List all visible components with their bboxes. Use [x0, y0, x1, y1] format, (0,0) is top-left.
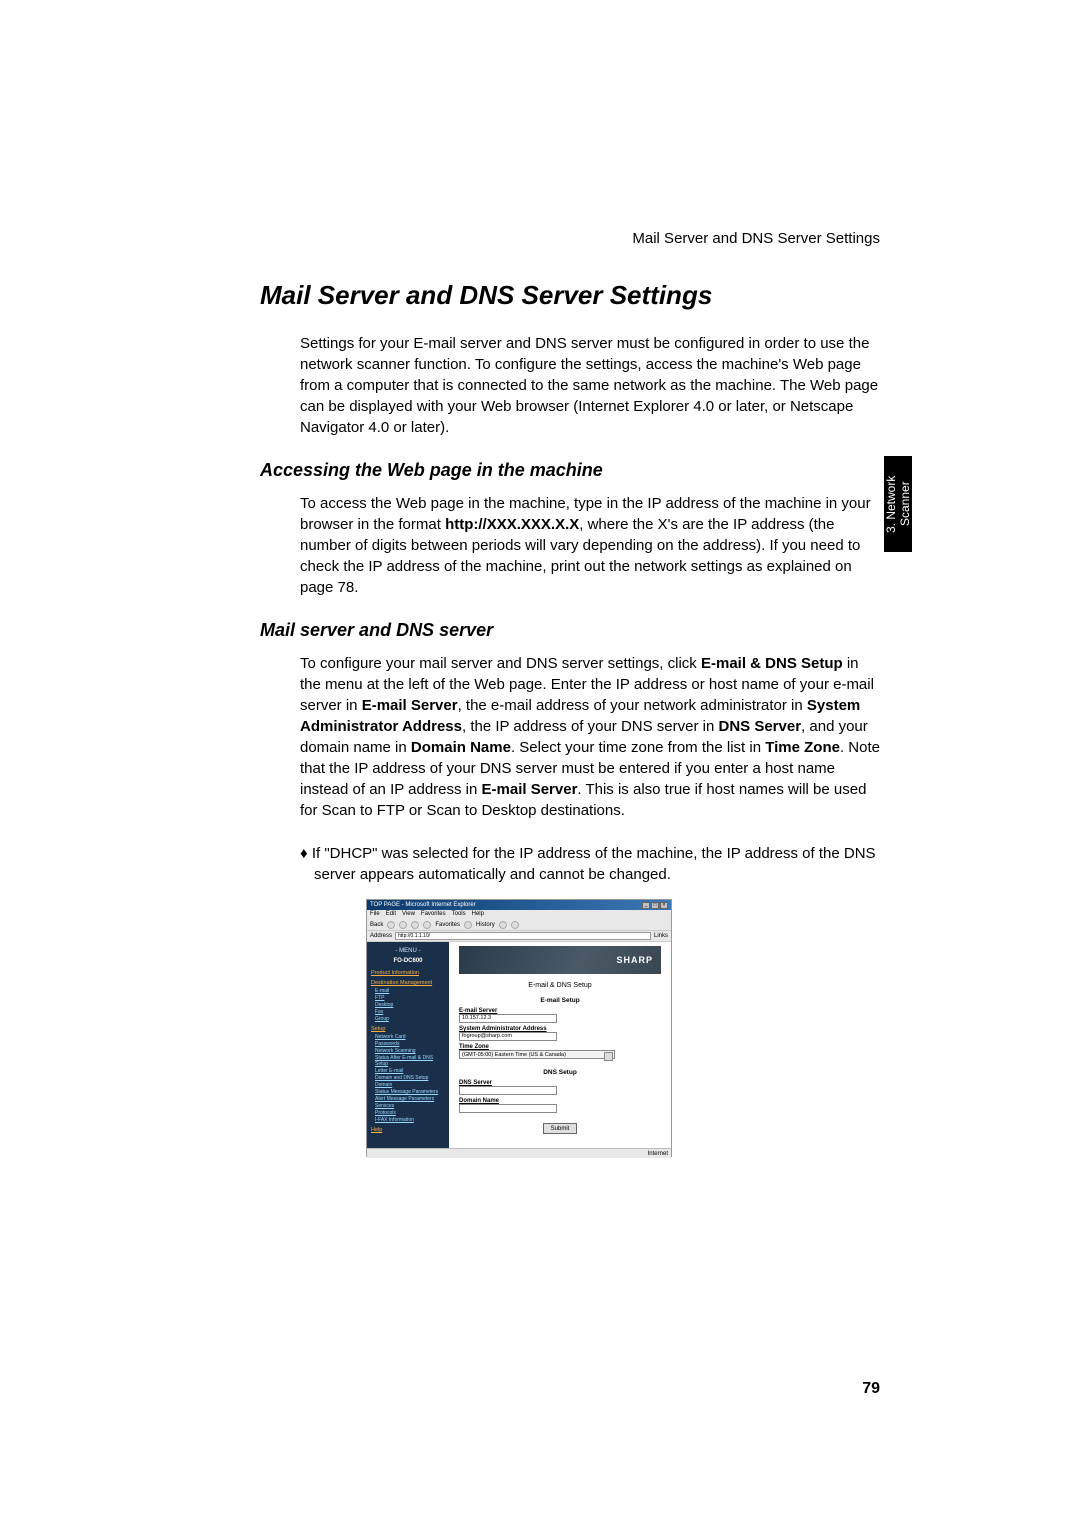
sidebar-product-info[interactable]: Product Information — [371, 970, 445, 976]
running-header: Mail Server and DNS Server Settings — [632, 230, 880, 247]
sidebar-item-networkscanning[interactable]: Network Scanning — [375, 1048, 445, 1054]
email-setup-label: E-mail Setup — [459, 997, 661, 1004]
sidebar-item-domain-dns[interactable]: Domain and DNS Setup — [375, 1075, 445, 1081]
sidebar-item-ftp[interactable]: FTP — [375, 995, 445, 1001]
email-server-label: E-mail Server — [459, 1008, 661, 1014]
close-icon[interactable]: × — [660, 902, 668, 909]
sidebar-item-group[interactable]: Group — [375, 1016, 445, 1022]
sidebar: - MENU - FO-DC600 Product Information De… — [367, 942, 449, 1148]
menu-view[interactable]: View — [402, 911, 415, 918]
stop-icon[interactable] — [387, 921, 395, 929]
sidebar-menu-label: - MENU - — [371, 948, 445, 954]
email-server-input[interactable]: 10.157.12.3 — [459, 1014, 557, 1023]
sidebar-item-email[interactable]: E-mail — [375, 988, 445, 994]
brand-logo: SHARP — [616, 955, 653, 965]
sidebar-item-domain[interactable]: Domain — [375, 1082, 445, 1088]
home-icon[interactable] — [411, 921, 419, 929]
banner: SHARP — [459, 946, 661, 974]
timezone-select[interactable]: (GMT-05:00) Eastern Time (US & Canada) — [459, 1050, 615, 1059]
dns-setup-label: DNS Setup — [459, 1069, 661, 1076]
sidebar-item-alertmsg[interactable]: Alert Message Parameters — [375, 1096, 445, 1102]
status-right: Internet — [648, 1151, 668, 1157]
sidebar-item-services[interactable]: Services — [375, 1103, 445, 1109]
statusbar: Internet — [367, 1148, 671, 1158]
page-title: Mail Server and DNS Server Settings — [260, 280, 880, 311]
submit-button[interactable]: Submit — [543, 1123, 577, 1134]
accessing-paragraph: To access the Web page in the machine, t… — [260, 493, 880, 598]
sidebar-setup[interactable]: Setup — [371, 1026, 445, 1032]
intro-paragraph: Settings for your E-mail server and DNS … — [260, 333, 880, 438]
sysadmin-label: System Administrator Address — [459, 1026, 661, 1032]
window-controls: _ □ × — [642, 902, 668, 909]
subheading-mailserver: Mail server and DNS server — [260, 620, 880, 641]
favorites-button[interactable]: Favorites — [435, 922, 460, 928]
menubar: File Edit View Favorites Tools Help — [367, 910, 671, 919]
page-number: 79 — [862, 1380, 880, 1398]
menu-favorites[interactable]: Favorites — [421, 911, 446, 918]
dns-server-input[interactable] — [459, 1086, 557, 1095]
sidebar-item-passwords[interactable]: Passwords — [375, 1041, 445, 1047]
mailserver-paragraph: To configure your mail server and DNS se… — [260, 653, 880, 821]
sidebar-item-desktop[interactable]: Desktop — [375, 1002, 445, 1008]
mail-icon[interactable] — [499, 921, 507, 929]
domain-name-label: Domain Name — [459, 1098, 661, 1104]
sidebar-item-statusmsg[interactable]: Status Message Parameters — [375, 1089, 445, 1095]
page-body: - MENU - FO-DC600 Product Information De… — [367, 942, 671, 1148]
minimize-icon[interactable]: _ — [642, 902, 650, 909]
sidebar-model: FO-DC600 — [371, 958, 445, 964]
sidebar-item-protocols[interactable]: Protocols — [375, 1110, 445, 1116]
menu-edit[interactable]: Edit — [386, 911, 396, 918]
menu-tools[interactable]: Tools — [452, 911, 466, 918]
history-icon[interactable] — [464, 921, 472, 929]
addressbar: Address http://0.1.1.10/ Links — [367, 931, 671, 942]
sidebar-item-letter-email[interactable]: Letter E-mail — [375, 1068, 445, 1074]
main-panel: SHARP E-mail & DNS Setup E-mail Setup E-… — [449, 942, 671, 1148]
toolbar: Back Favorites History — [367, 919, 671, 931]
sidebar-dest-mgmt[interactable]: Destination Management — [371, 980, 445, 986]
menu-file[interactable]: File — [370, 911, 380, 918]
subheading-accessing: Accessing the Web page in the machine — [260, 460, 880, 481]
back-button[interactable]: Back — [370, 922, 383, 928]
links-label[interactable]: Links — [654, 933, 668, 939]
sidebar-help[interactable]: Help — [371, 1127, 445, 1133]
history-button[interactable]: History — [476, 922, 495, 928]
browser-screenshot: TOP PAGE - Microsoft Internet Explorer _… — [366, 899, 672, 1157]
sidebar-item-fax[interactable]: Fax — [375, 1009, 445, 1015]
chapter-tab: 3. Network Scanner — [884, 456, 912, 552]
sidebar-item-networkcard[interactable]: Network Card — [375, 1034, 445, 1040]
window-titlebar: TOP PAGE - Microsoft Internet Explorer _… — [367, 900, 671, 910]
address-label: Address — [370, 933, 392, 939]
address-input[interactable]: http://0.1.1.10/ — [395, 932, 651, 940]
sidebar-item-status-email-dns[interactable]: Status After E-mail & DNS Setup — [375, 1055, 445, 1067]
sidebar-item-ifax[interactable]: I-FAX Information — [375, 1117, 445, 1123]
bullet-dhcp: If "DHCP" was selected for the IP addres… — [274, 843, 880, 885]
search-icon[interactable] — [423, 921, 431, 929]
refresh-icon[interactable] — [399, 921, 407, 929]
dns-server-label: DNS Server — [459, 1080, 661, 1086]
sysadmin-input[interactable]: fogroup@sharp.com — [459, 1032, 557, 1041]
maximize-icon[interactable]: □ — [651, 902, 659, 909]
window-title: TOP PAGE - Microsoft Internet Explorer — [370, 902, 476, 908]
menu-help[interactable]: Help — [472, 911, 484, 918]
domain-name-input[interactable] — [459, 1104, 557, 1113]
print-icon[interactable] — [511, 921, 519, 929]
main-page-title: E-mail & DNS Setup — [459, 982, 661, 989]
